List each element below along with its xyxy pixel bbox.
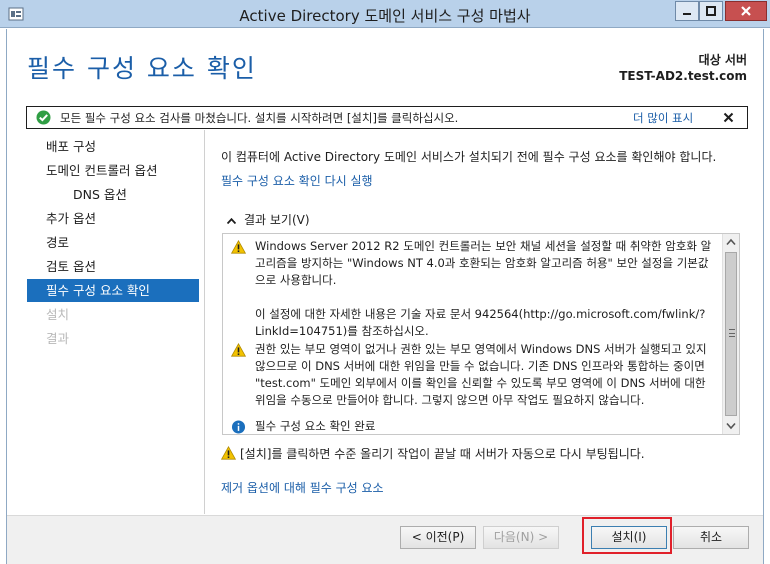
warning-icon — [231, 343, 246, 357]
result-text: 권한 있는 부모 영역이 없거나 권한 있는 부모 영역에서 Windows D… — [255, 342, 707, 407]
warning-icon — [231, 240, 246, 254]
dismiss-notification-icon[interactable] — [723, 112, 734, 123]
info-icon — [231, 420, 246, 434]
nav-item-installation: 설치 — [46, 307, 70, 322]
nav-item-dns-options[interactable]: DNS 옵션 — [27, 183, 199, 206]
rerun-prerequisites-link[interactable]: 필수 구성 요소 확인 다시 실행 — [221, 172, 373, 189]
cancel-button[interactable]: 취소 — [673, 526, 749, 549]
wizard-footer: < 이전(P) 다음(N) > 설치(I) 취소 — [7, 515, 763, 564]
scroll-down-icon[interactable] — [726, 422, 736, 430]
title-bar[interactable]: Active Directory 도메인 서비스 구성 마법사 — [0, 0, 770, 28]
success-check-icon — [36, 110, 51, 125]
reboot-warning-text: [설치]를 클릭하면 수준 올리기 작업이 끝날 때 서버가 자동으로 다시 부… — [240, 447, 645, 461]
show-more-link[interactable]: 더 많이 표시 — [633, 110, 693, 126]
wizard-body: 필수 구성 요소 확인 대상 서버 TEST-AD2.test.com 모든 필… — [6, 29, 764, 564]
reboot-warning: [설치]를 클릭하면 수준 올리기 작업이 끝날 때 서버가 자동으로 다시 부… — [221, 445, 645, 462]
nav-item-additional-options[interactable]: 추가 옵션 — [27, 207, 199, 230]
results-list[interactable]: Windows Server 2012 R2 도메인 컨트롤러는 보안 채널 세… — [222, 233, 740, 435]
page-title: 필수 구성 요소 확인 — [27, 54, 257, 83]
nav-item-review-options[interactable]: 검토 옵션 — [27, 255, 199, 278]
result-text: Windows Server 2012 R2 도메인 컨트롤러는 보안 채널 세… — [255, 239, 712, 287]
removal-prerequisites-link[interactable]: 제거 옵션에 대해 필수 구성 요소 — [221, 479, 384, 496]
result-text: 필수 구성 요소 확인 완료 — [255, 419, 376, 433]
window-title: Active Directory 도메인 서비스 구성 마법사 — [239, 7, 531, 25]
result-text: 이 설정에 대한 자세한 내용은 기술 자료 문서 942564(http://… — [255, 307, 706, 338]
maximize-button[interactable] — [699, 1, 723, 21]
scroll-thumb[interactable] — [725, 252, 737, 416]
target-server-label: 대상 서버 — [698, 53, 747, 67]
results-scrollbar[interactable] — [722, 234, 739, 434]
view-results-toggle[interactable]: 결과 보기(V) — [227, 211, 310, 228]
install-button[interactable]: 설치(I) — [591, 526, 667, 549]
minimize-button[interactable] — [675, 1, 699, 21]
nav-item-dc-options[interactable]: 도메인 컨트롤러 옵션 — [27, 159, 199, 182]
next-button: 다음(N) > — [483, 526, 559, 549]
warning-icon — [221, 446, 236, 460]
nav-item-results: 결과 — [46, 331, 70, 346]
notification-message: 모든 필수 구성 요소 검사를 마쳤습니다. 설치를 시작하려면 [설치]를 클… — [60, 111, 459, 125]
view-results-label: 결과 보기(V) — [244, 213, 310, 227]
previous-button[interactable]: < 이전(P) — [400, 526, 476, 549]
nav-item-paths[interactable]: 경로 — [27, 231, 199, 254]
nav-item-deployment-config[interactable]: 배포 구성 — [27, 135, 199, 158]
chevron-up-icon — [227, 217, 236, 224]
maximize-icon — [706, 6, 716, 16]
notification-bar: 모든 필수 구성 요소 검사를 마쳤습니다. 설치를 시작하려면 [설치]를 클… — [26, 106, 748, 129]
nav-item-prerequisites-check[interactable]: 필수 구성 요소 확인 — [27, 279, 199, 302]
minimize-icon — [683, 13, 691, 15]
intro-text: 이 컴퓨터에 Active Directory 도메인 서비스가 설치되기 전에… — [221, 150, 717, 164]
target-server-name: TEST-AD2.test.com — [619, 69, 747, 83]
nav-divider — [204, 130, 205, 514]
scroll-up-icon[interactable] — [726, 238, 736, 246]
close-window-button[interactable] — [725, 1, 767, 21]
close-icon — [741, 6, 751, 16]
